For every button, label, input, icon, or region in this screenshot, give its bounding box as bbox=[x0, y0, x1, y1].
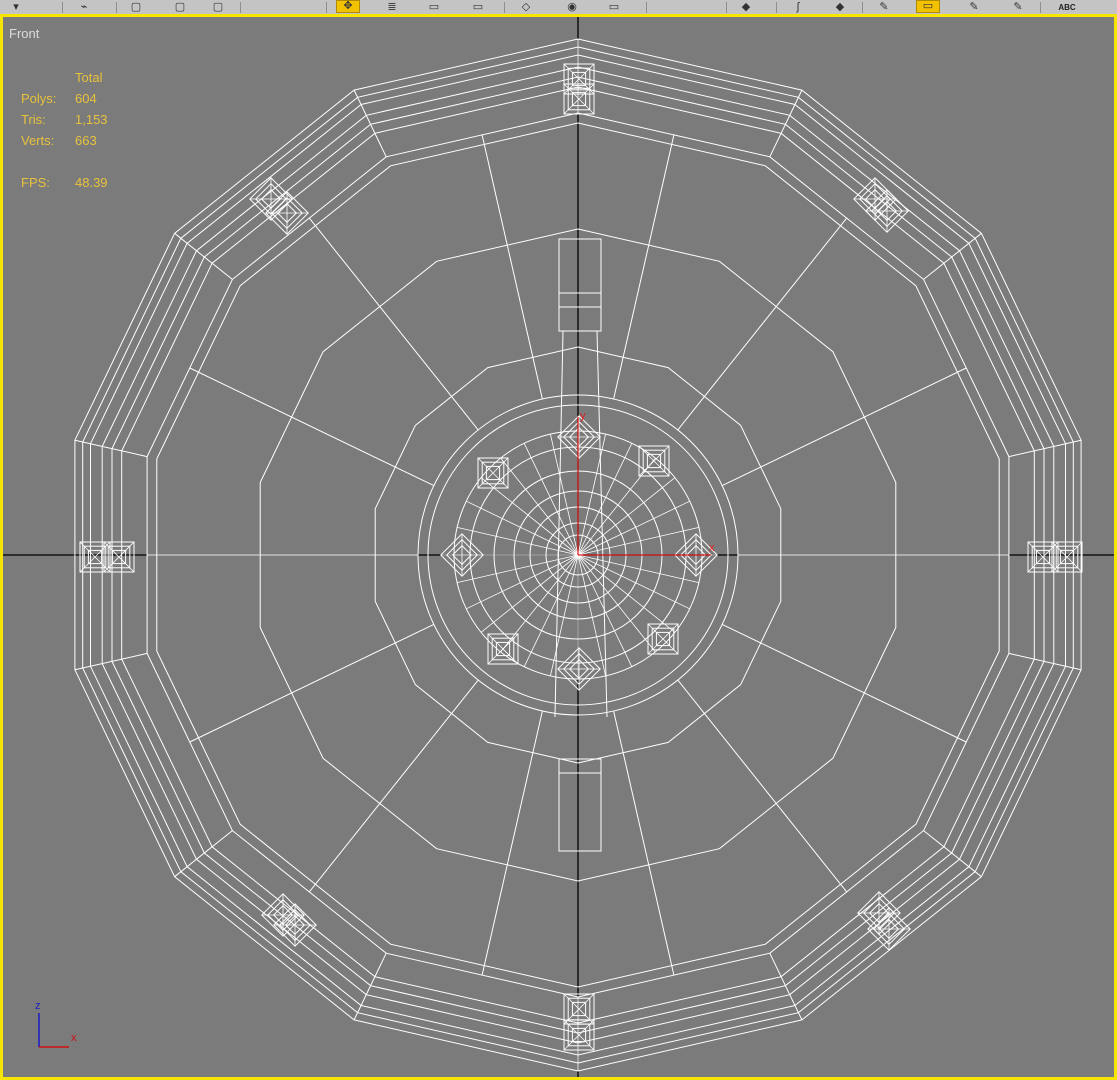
hub-diamond bbox=[440, 533, 484, 577]
spoke-edge bbox=[308, 217, 479, 431]
rim-bolt bbox=[563, 1019, 595, 1051]
toolbar-separator bbox=[326, 2, 327, 13]
top-slot-edge bbox=[554, 330, 564, 718]
rim-edge bbox=[74, 439, 148, 458]
material-editor-button[interactable]: ◆ bbox=[828, 0, 852, 13]
toolbar-separator bbox=[240, 2, 241, 13]
render-frame-button[interactable]: ▭ bbox=[916, 0, 940, 13]
layer-manager-button[interactable]: ▭ bbox=[602, 0, 626, 13]
tripod-x-label: x bbox=[71, 1032, 77, 1044]
spelling-button[interactable]: ABC bbox=[1050, 0, 1084, 13]
rim-edge bbox=[174, 232, 233, 280]
axis-tripod: zx bbox=[35, 1000, 77, 1048]
spoke-edge bbox=[677, 679, 848, 893]
rim-bolt bbox=[103, 541, 135, 573]
hub-spoke bbox=[457, 554, 579, 583]
move-gizmo: yx bbox=[577, 410, 715, 556]
hub-spoke bbox=[550, 554, 579, 676]
spoke-edge bbox=[721, 367, 967, 487]
spoke-edge bbox=[308, 679, 479, 893]
hub-spoke bbox=[480, 477, 579, 556]
render-last-button[interactable]: ✎ bbox=[1006, 0, 1030, 13]
bottom-slot-divider bbox=[558, 758, 602, 774]
rim-edge bbox=[1008, 439, 1082, 458]
gizmo-x-label: x bbox=[709, 542, 715, 554]
hub-bolt bbox=[638, 445, 670, 477]
rim-bolt bbox=[563, 83, 595, 115]
spoke-edge bbox=[721, 623, 967, 743]
spoke-edge bbox=[189, 623, 435, 743]
toolbar-separator bbox=[776, 2, 777, 13]
top-slot-divider bbox=[558, 292, 602, 308]
rim-edge bbox=[923, 830, 982, 878]
wireframe-model[interactable]: yx zx bbox=[3, 17, 1114, 1077]
hub-spoke bbox=[480, 554, 579, 633]
select-region-button[interactable]: ▢ bbox=[206, 0, 230, 13]
hub-bolt bbox=[477, 457, 509, 489]
rim-bolt bbox=[79, 541, 111, 573]
toolbar-separator bbox=[726, 2, 727, 13]
rim-bolt bbox=[265, 191, 309, 235]
toolbar-separator bbox=[62, 2, 63, 13]
hub-spoke bbox=[550, 434, 579, 556]
front-viewport[interactable]: Front Total Polys: 604 Tris: 1,153 Verts… bbox=[0, 14, 1117, 1080]
rim-bolt bbox=[261, 893, 305, 937]
spoke-edge bbox=[189, 367, 435, 487]
align-button[interactable]: ◉ bbox=[560, 0, 584, 13]
hub-spoke bbox=[577, 554, 676, 633]
select-and-rotate-button[interactable]: ≣ bbox=[380, 0, 404, 13]
hub-spoke bbox=[577, 477, 676, 556]
mirror-button[interactable]: ◇ bbox=[514, 0, 538, 13]
schematic-view-button[interactable]: ʃ bbox=[786, 0, 810, 13]
hub-spoke bbox=[577, 457, 656, 556]
rim-bolt bbox=[273, 903, 317, 947]
select-by-name-button[interactable]: ▢ bbox=[168, 0, 192, 13]
select-filter-button[interactable]: ▾ bbox=[4, 0, 28, 13]
hub-spoke bbox=[577, 554, 699, 583]
main-toolbar: ▾ ⌁ ▢ ▢ ▢ ✥ ≣ ▭ ▭ ◇ ◉ ▭ ◆ ʃ ◆ ✎ ▭ ✎ ✎ ABC bbox=[0, 0, 1117, 15]
hub-spoke bbox=[500, 554, 579, 653]
hub-diamond bbox=[557, 415, 601, 459]
rim-edge bbox=[174, 830, 233, 878]
spoke-edge bbox=[481, 134, 543, 400]
render-setup-button[interactable]: ✎ bbox=[872, 0, 896, 13]
rim-bolt bbox=[867, 907, 911, 951]
toolbar-separator bbox=[862, 2, 863, 13]
hub-bolt bbox=[487, 633, 519, 665]
select-and-move-button[interactable]: ✥ bbox=[336, 0, 360, 13]
rim-bolt bbox=[1027, 541, 1059, 573]
spoke-edge bbox=[613, 710, 675, 976]
curve-editor-button[interactable]: ◆ bbox=[734, 0, 758, 13]
hub-spoke bbox=[577, 554, 606, 676]
hub-spoke bbox=[500, 457, 579, 556]
hub-spoke bbox=[577, 554, 656, 653]
reference-system-button[interactable]: ▭ bbox=[466, 0, 490, 13]
hub-spoke bbox=[577, 527, 699, 556]
toolbar-separator bbox=[646, 2, 647, 13]
rim-edge bbox=[923, 232, 982, 280]
hub-diamond bbox=[557, 647, 601, 691]
hub-spoke bbox=[457, 527, 579, 556]
rim-bolt bbox=[1051, 541, 1083, 573]
gizmo-y-label: y bbox=[580, 410, 586, 422]
spoke-edge bbox=[677, 217, 848, 431]
spoke-edge bbox=[613, 134, 675, 400]
scale-button[interactable]: ▭ bbox=[422, 0, 446, 13]
toolbar-separator bbox=[504, 2, 505, 13]
select-link-button[interactable]: ⌁ bbox=[72, 0, 96, 13]
hub-bolt bbox=[647, 623, 679, 655]
toolbar-separator bbox=[1040, 2, 1041, 13]
tripod-z-label: z bbox=[35, 1000, 41, 1012]
spoke-edge bbox=[481, 710, 543, 976]
top-slot-bar bbox=[558, 238, 602, 332]
toolbar-separator bbox=[116, 2, 117, 13]
rim-bolt bbox=[865, 189, 909, 233]
rim-edge bbox=[1008, 652, 1082, 671]
select-object-button[interactable]: ▢ bbox=[124, 0, 148, 13]
quick-render-button[interactable]: ✎ bbox=[962, 0, 986, 13]
rim-edge bbox=[74, 652, 148, 671]
